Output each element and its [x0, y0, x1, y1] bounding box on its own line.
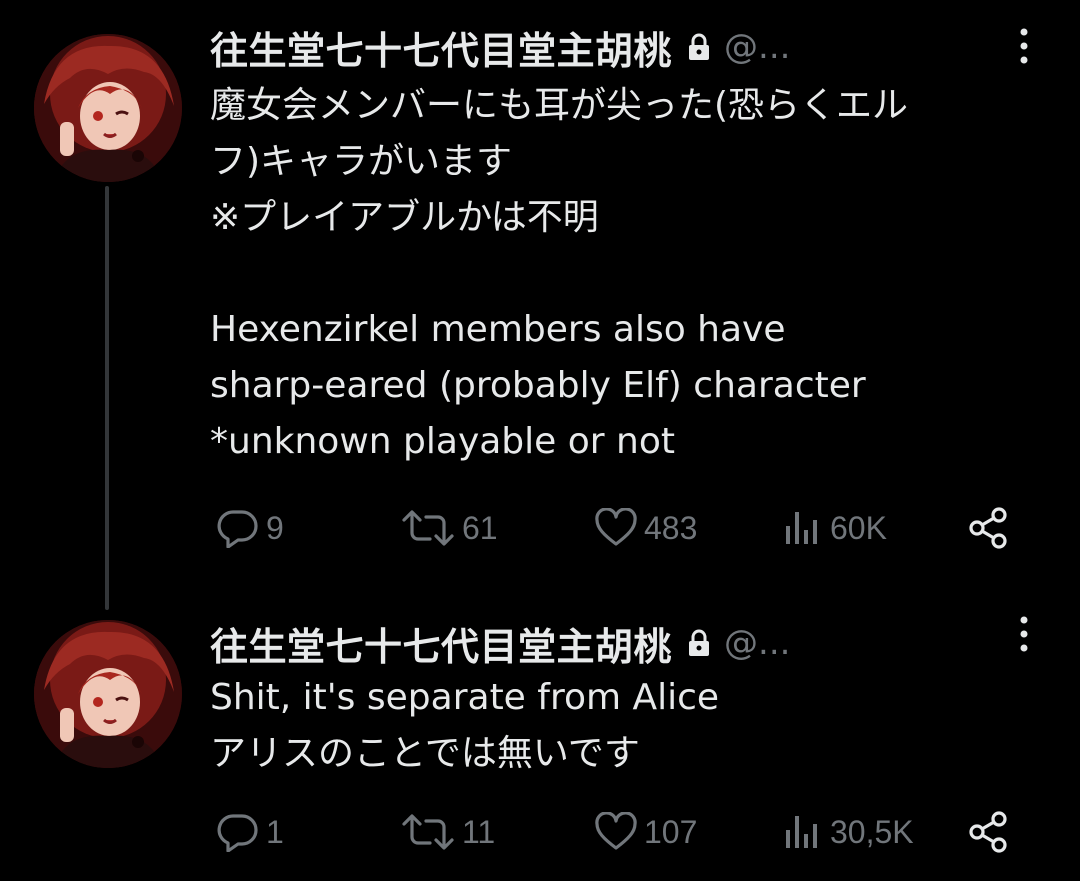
avatar[interactable] [34, 620, 182, 768]
more-options-icon[interactable] [1012, 614, 1036, 654]
tweet[interactable]: 往生堂七十七代目堂主胡桃 @... 魔女会メンバーにも耳が尖った(恐らくエル フ… [0, 0, 1080, 610]
retweet-icon [402, 510, 454, 546]
author-display-name[interactable]: 往生堂七十七代目堂主胡桃 [210, 20, 672, 75]
analytics-icon [786, 816, 817, 848]
views-count: 30,5K [830, 813, 914, 850]
like-button[interactable]: 107 [594, 807, 697, 857]
reply-count: 1 [266, 813, 284, 850]
tweet-actions: 1 11 107 30,5K [210, 807, 1030, 857]
like-count: 483 [644, 509, 698, 546]
retweet-count: 11 [462, 813, 496, 850]
reply-button[interactable]: 9 [216, 503, 284, 553]
like-count: 107 [644, 813, 698, 850]
tweet-text: Shit, it's separate from Alice アリスのことでは無… [210, 677, 720, 774]
views-button[interactable]: 30,5K [780, 807, 914, 857]
reply-count: 9 [266, 509, 284, 546]
author-display-name[interactable]: 往生堂七十七代目堂主胡桃 [210, 616, 672, 671]
retweet-icon [402, 814, 454, 850]
avatar-image [34, 620, 182, 768]
lock-icon [686, 629, 712, 657]
author-handle[interactable]: @... [724, 27, 790, 67]
reply-button[interactable]: 1 [216, 807, 284, 857]
retweet-count: 61 [462, 509, 498, 546]
reply-icon [217, 510, 258, 548]
heart-icon [595, 812, 637, 850]
heart-icon [595, 508, 637, 546]
tweet-header: 往生堂七十七代目堂主胡桃 @... [210, 616, 790, 671]
thread-connector-line [105, 186, 109, 610]
avatar[interactable] [34, 34, 182, 182]
share-button[interactable] [966, 503, 1010, 553]
retweet-button[interactable]: 61 [400, 503, 498, 553]
reply-icon [217, 814, 258, 852]
tweet-text: 魔女会メンバーにも耳が尖った(恐らくエル フ)キャラがいます ※プレイアブルかは… [210, 85, 909, 462]
lock-icon [686, 33, 712, 61]
avatar-image [34, 34, 182, 182]
share-icon [969, 507, 1007, 549]
tweet[interactable]: 往生堂七十七代目堂主胡桃 @... Shit, it's separate fr… [0, 600, 1080, 881]
tweet-actions: 9 61 483 60K [210, 503, 1030, 553]
analytics-icon [786, 512, 817, 544]
like-button[interactable]: 483 [594, 503, 697, 553]
share-button[interactable] [966, 807, 1010, 857]
retweet-button[interactable]: 11 [400, 807, 495, 857]
share-icon [969, 811, 1007, 853]
tweet-header: 往生堂七十七代目堂主胡桃 @... [210, 20, 790, 75]
more-options-icon[interactable] [1012, 26, 1036, 66]
views-count: 60K [830, 509, 887, 546]
author-handle[interactable]: @... [724, 623, 790, 663]
views-button[interactable]: 60K [780, 503, 887, 553]
